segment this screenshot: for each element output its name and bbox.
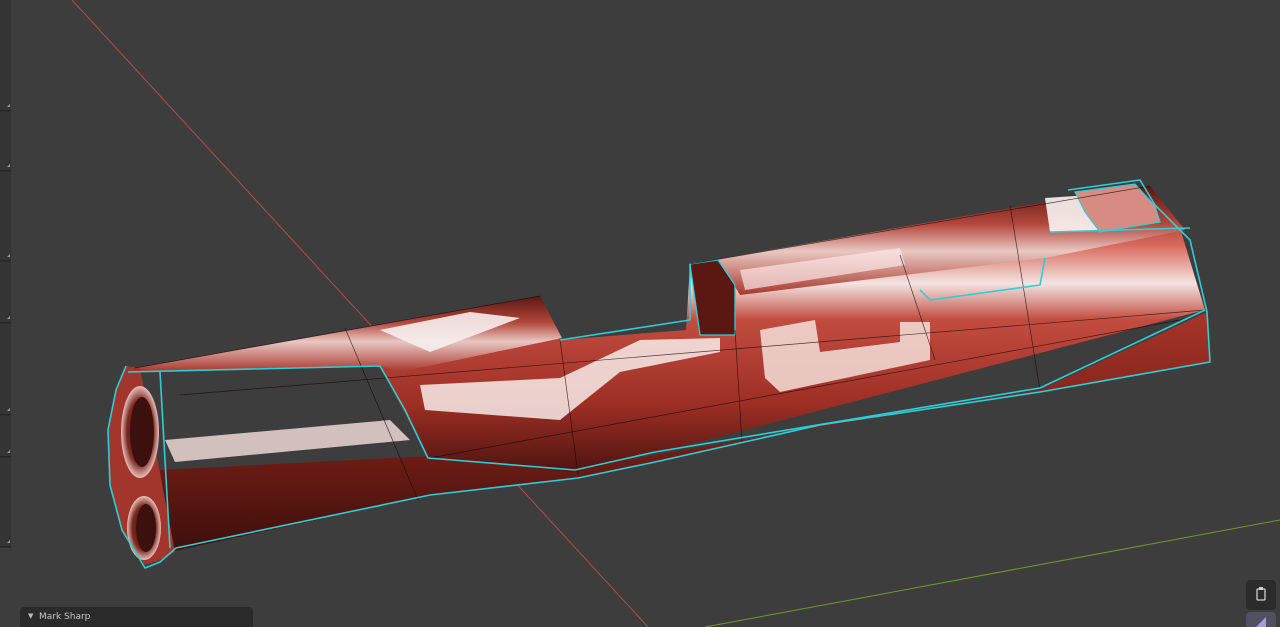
slide-mesh[interactable] — [107, 179, 1211, 569]
tool-slot-1[interactable] — [0, 0, 11, 111]
tool-slot-2[interactable] — [0, 112, 11, 171]
y-axis-line — [704, 519, 1280, 627]
tool-slot-7[interactable] — [0, 458, 11, 547]
tool-slot-5[interactable] — [0, 324, 11, 415]
operator-panel-label: Mark Sharp — [39, 612, 91, 622]
viewport-canvas[interactable] — [0, 0, 1280, 627]
perspective-toggle-button[interactable] — [1246, 612, 1276, 627]
tool-slot-3[interactable] — [0, 172, 11, 261]
tool-slot-6[interactable] — [0, 416, 11, 457]
3d-viewport[interactable] — [0, 0, 1280, 627]
operator-redo-panel[interactable]: ▼ Mark Sharp — [20, 607, 253, 627]
camera-icon — [1256, 587, 1266, 601]
tool-slot-4[interactable] — [0, 262, 11, 323]
perspective-toggle-icon — [1256, 617, 1266, 627]
toolbar-strip — [0, 0, 11, 548]
camera-view-button[interactable] — [1246, 580, 1276, 610]
triangle-down-icon[interactable]: ▼ — [28, 612, 33, 620]
